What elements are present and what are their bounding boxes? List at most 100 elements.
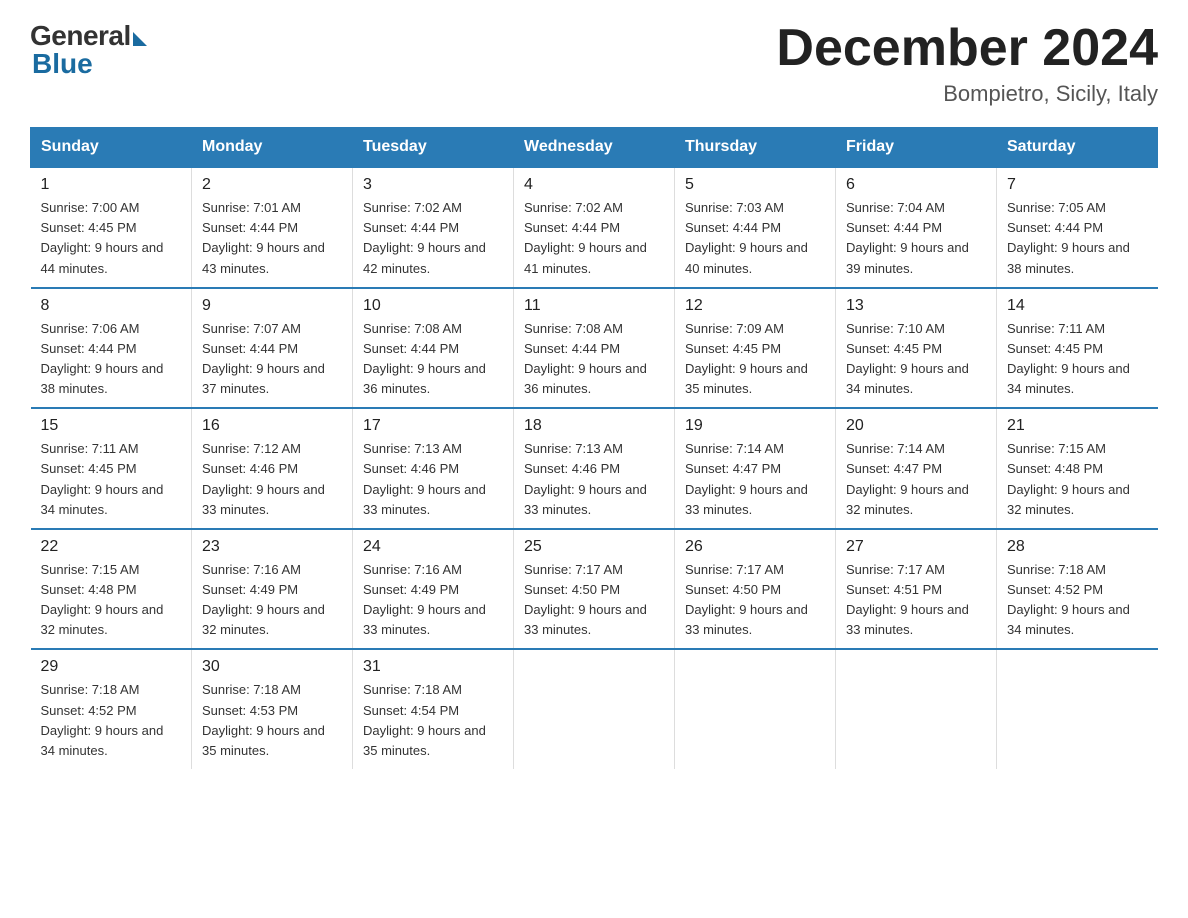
day-number: 21 bbox=[1007, 417, 1148, 435]
day-number: 27 bbox=[846, 538, 986, 556]
calendar-cell: 27 Sunrise: 7:17 AMSunset: 4:51 PMDaylig… bbox=[836, 529, 997, 650]
calendar-cell: 12 Sunrise: 7:09 AMSunset: 4:45 PMDaylig… bbox=[675, 288, 836, 409]
calendar-cell: 25 Sunrise: 7:17 AMSunset: 4:50 PMDaylig… bbox=[514, 529, 675, 650]
day-info: Sunrise: 7:10 AMSunset: 4:45 PMDaylight:… bbox=[846, 319, 986, 400]
calendar-cell: 11 Sunrise: 7:08 AMSunset: 4:44 PMDaylig… bbox=[514, 288, 675, 409]
title-block: December 2024 Bompietro, Sicily, Italy bbox=[776, 20, 1158, 107]
day-number: 23 bbox=[202, 538, 342, 556]
logo-triangle-icon bbox=[133, 32, 147, 46]
day-number: 26 bbox=[685, 538, 825, 556]
day-info: Sunrise: 7:03 AMSunset: 4:44 PMDaylight:… bbox=[685, 198, 825, 279]
day-info: Sunrise: 7:12 AMSunset: 4:46 PMDaylight:… bbox=[202, 439, 342, 520]
logo-blue-text: Blue bbox=[32, 48, 93, 80]
calendar-cell: 6 Sunrise: 7:04 AMSunset: 4:44 PMDayligh… bbox=[836, 167, 997, 288]
col-sunday: Sunday bbox=[31, 128, 192, 168]
day-info: Sunrise: 7:18 AMSunset: 4:52 PMDaylight:… bbox=[1007, 560, 1148, 641]
calendar-week-5: 29 Sunrise: 7:18 AMSunset: 4:52 PMDaylig… bbox=[31, 649, 1158, 769]
calendar-cell: 19 Sunrise: 7:14 AMSunset: 4:47 PMDaylig… bbox=[675, 408, 836, 529]
calendar-cell: 15 Sunrise: 7:11 AMSunset: 4:45 PMDaylig… bbox=[31, 408, 192, 529]
day-info: Sunrise: 7:08 AMSunset: 4:44 PMDaylight:… bbox=[363, 319, 503, 400]
day-info: Sunrise: 7:07 AMSunset: 4:44 PMDaylight:… bbox=[202, 319, 342, 400]
calendar-cell: 2 Sunrise: 7:01 AMSunset: 4:44 PMDayligh… bbox=[192, 167, 353, 288]
day-number: 28 bbox=[1007, 538, 1148, 556]
calendar-cell: 1 Sunrise: 7:00 AMSunset: 4:45 PMDayligh… bbox=[31, 167, 192, 288]
day-number: 13 bbox=[846, 297, 986, 315]
calendar-cell: 10 Sunrise: 7:08 AMSunset: 4:44 PMDaylig… bbox=[353, 288, 514, 409]
calendar-cell: 21 Sunrise: 7:15 AMSunset: 4:48 PMDaylig… bbox=[997, 408, 1158, 529]
day-info: Sunrise: 7:13 AMSunset: 4:46 PMDaylight:… bbox=[524, 439, 664, 520]
calendar-title: December 2024 bbox=[776, 20, 1158, 77]
day-number: 6 bbox=[846, 176, 986, 194]
day-info: Sunrise: 7:15 AMSunset: 4:48 PMDaylight:… bbox=[1007, 439, 1148, 520]
day-info: Sunrise: 7:00 AMSunset: 4:45 PMDaylight:… bbox=[41, 198, 182, 279]
calendar-cell: 4 Sunrise: 7:02 AMSunset: 4:44 PMDayligh… bbox=[514, 167, 675, 288]
day-number: 22 bbox=[41, 538, 182, 556]
day-info: Sunrise: 7:18 AMSunset: 4:52 PMDaylight:… bbox=[41, 680, 182, 761]
day-info: Sunrise: 7:06 AMSunset: 4:44 PMDaylight:… bbox=[41, 319, 182, 400]
calendar-cell: 14 Sunrise: 7:11 AMSunset: 4:45 PMDaylig… bbox=[997, 288, 1158, 409]
col-wednesday: Wednesday bbox=[514, 128, 675, 168]
day-number: 9 bbox=[202, 297, 342, 315]
calendar-cell: 13 Sunrise: 7:10 AMSunset: 4:45 PMDaylig… bbox=[836, 288, 997, 409]
col-thursday: Thursday bbox=[675, 128, 836, 168]
day-number: 24 bbox=[363, 538, 503, 556]
calendar-cell: 20 Sunrise: 7:14 AMSunset: 4:47 PMDaylig… bbox=[836, 408, 997, 529]
day-info: Sunrise: 7:11 AMSunset: 4:45 PMDaylight:… bbox=[1007, 319, 1148, 400]
calendar-table: Sunday Monday Tuesday Wednesday Thursday… bbox=[30, 127, 1158, 769]
day-number: 11 bbox=[524, 297, 664, 315]
day-number: 18 bbox=[524, 417, 664, 435]
header-row: Sunday Monday Tuesday Wednesday Thursday… bbox=[31, 128, 1158, 168]
col-saturday: Saturday bbox=[997, 128, 1158, 168]
day-info: Sunrise: 7:14 AMSunset: 4:47 PMDaylight:… bbox=[846, 439, 986, 520]
calendar-cell bbox=[836, 649, 997, 769]
calendar-cell: 26 Sunrise: 7:17 AMSunset: 4:50 PMDaylig… bbox=[675, 529, 836, 650]
day-info: Sunrise: 7:02 AMSunset: 4:44 PMDaylight:… bbox=[363, 198, 503, 279]
calendar-cell: 9 Sunrise: 7:07 AMSunset: 4:44 PMDayligh… bbox=[192, 288, 353, 409]
calendar-cell bbox=[675, 649, 836, 769]
col-tuesday: Tuesday bbox=[353, 128, 514, 168]
calendar-week-3: 15 Sunrise: 7:11 AMSunset: 4:45 PMDaylig… bbox=[31, 408, 1158, 529]
day-info: Sunrise: 7:18 AMSunset: 4:54 PMDaylight:… bbox=[363, 680, 503, 761]
col-monday: Monday bbox=[192, 128, 353, 168]
day-info: Sunrise: 7:17 AMSunset: 4:50 PMDaylight:… bbox=[685, 560, 825, 641]
calendar-header: Sunday Monday Tuesday Wednesday Thursday… bbox=[31, 128, 1158, 168]
day-number: 5 bbox=[685, 176, 825, 194]
day-number: 25 bbox=[524, 538, 664, 556]
day-info: Sunrise: 7:13 AMSunset: 4:46 PMDaylight:… bbox=[363, 439, 503, 520]
day-number: 14 bbox=[1007, 297, 1148, 315]
calendar-subtitle: Bompietro, Sicily, Italy bbox=[776, 81, 1158, 107]
day-number: 20 bbox=[846, 417, 986, 435]
day-number: 19 bbox=[685, 417, 825, 435]
day-info: Sunrise: 7:14 AMSunset: 4:47 PMDaylight:… bbox=[685, 439, 825, 520]
calendar-cell: 5 Sunrise: 7:03 AMSunset: 4:44 PMDayligh… bbox=[675, 167, 836, 288]
calendar-week-4: 22 Sunrise: 7:15 AMSunset: 4:48 PMDaylig… bbox=[31, 529, 1158, 650]
page-header: General Blue December 2024 Bompietro, Si… bbox=[30, 20, 1158, 107]
day-number: 29 bbox=[41, 658, 182, 676]
calendar-cell: 3 Sunrise: 7:02 AMSunset: 4:44 PMDayligh… bbox=[353, 167, 514, 288]
col-friday: Friday bbox=[836, 128, 997, 168]
calendar-week-2: 8 Sunrise: 7:06 AMSunset: 4:44 PMDayligh… bbox=[31, 288, 1158, 409]
calendar-cell: 8 Sunrise: 7:06 AMSunset: 4:44 PMDayligh… bbox=[31, 288, 192, 409]
day-number: 1 bbox=[41, 176, 182, 194]
day-info: Sunrise: 7:01 AMSunset: 4:44 PMDaylight:… bbox=[202, 198, 342, 279]
logo: General Blue bbox=[30, 20, 147, 80]
day-number: 7 bbox=[1007, 176, 1148, 194]
calendar-cell: 22 Sunrise: 7:15 AMSunset: 4:48 PMDaylig… bbox=[31, 529, 192, 650]
calendar-body: 1 Sunrise: 7:00 AMSunset: 4:45 PMDayligh… bbox=[31, 167, 1158, 769]
calendar-cell: 16 Sunrise: 7:12 AMSunset: 4:46 PMDaylig… bbox=[192, 408, 353, 529]
calendar-cell bbox=[997, 649, 1158, 769]
day-info: Sunrise: 7:04 AMSunset: 4:44 PMDaylight:… bbox=[846, 198, 986, 279]
day-info: Sunrise: 7:18 AMSunset: 4:53 PMDaylight:… bbox=[202, 680, 342, 761]
day-info: Sunrise: 7:11 AMSunset: 4:45 PMDaylight:… bbox=[41, 439, 182, 520]
day-number: 12 bbox=[685, 297, 825, 315]
day-info: Sunrise: 7:08 AMSunset: 4:44 PMDaylight:… bbox=[524, 319, 664, 400]
day-number: 2 bbox=[202, 176, 342, 194]
day-info: Sunrise: 7:16 AMSunset: 4:49 PMDaylight:… bbox=[363, 560, 503, 641]
calendar-cell: 23 Sunrise: 7:16 AMSunset: 4:49 PMDaylig… bbox=[192, 529, 353, 650]
calendar-cell: 7 Sunrise: 7:05 AMSunset: 4:44 PMDayligh… bbox=[997, 167, 1158, 288]
day-number: 31 bbox=[363, 658, 503, 676]
day-info: Sunrise: 7:09 AMSunset: 4:45 PMDaylight:… bbox=[685, 319, 825, 400]
day-number: 8 bbox=[41, 297, 182, 315]
day-info: Sunrise: 7:16 AMSunset: 4:49 PMDaylight:… bbox=[202, 560, 342, 641]
calendar-cell: 24 Sunrise: 7:16 AMSunset: 4:49 PMDaylig… bbox=[353, 529, 514, 650]
